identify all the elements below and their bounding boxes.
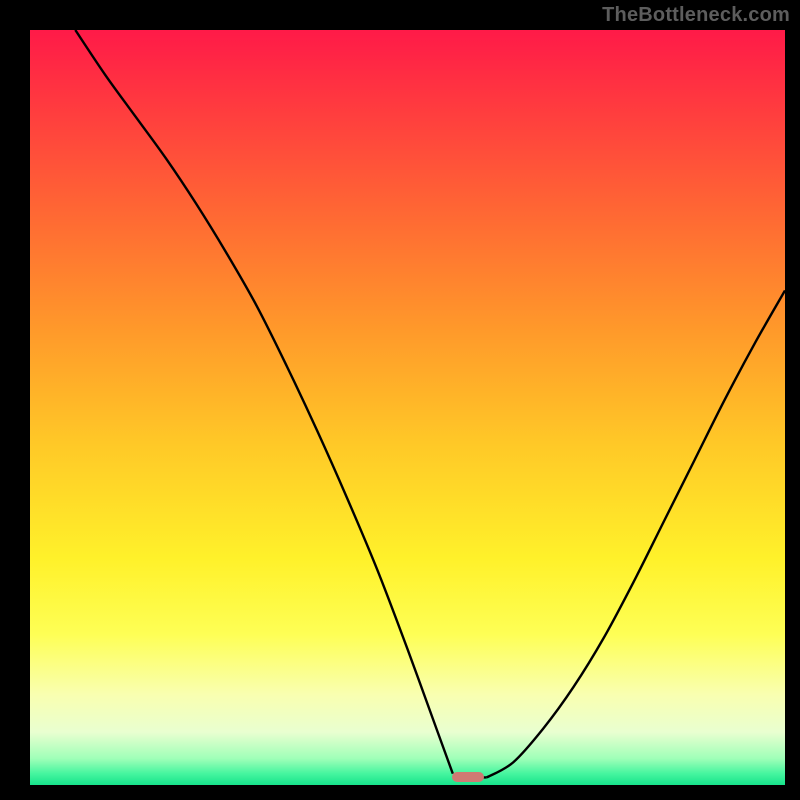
plot-svg (30, 30, 785, 785)
watermark-text: TheBottleneck.com (602, 4, 790, 27)
gradient-background (30, 30, 785, 785)
plot-area (30, 30, 785, 785)
optimal-match-marker (452, 772, 484, 782)
chart-frame: TheBottleneck.com (0, 0, 800, 800)
